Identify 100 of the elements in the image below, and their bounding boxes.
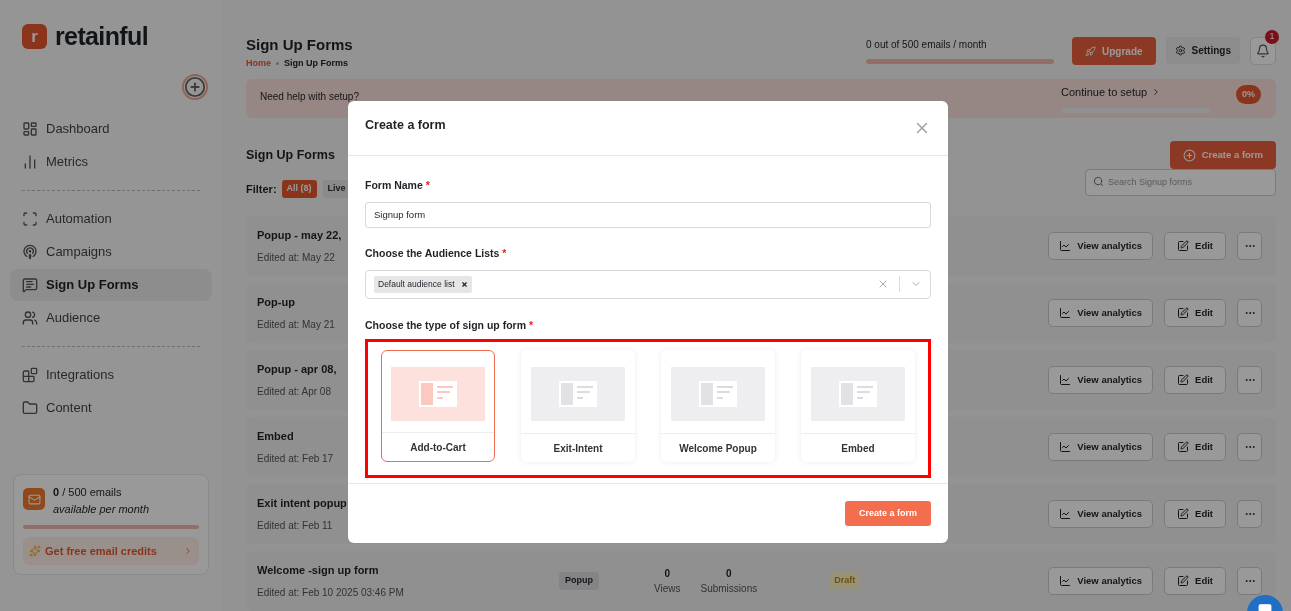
plus-circle-icon: [1182, 148, 1196, 162]
edit-button[interactable]: Edit: [1164, 567, 1226, 595]
edit-icon: [1177, 575, 1190, 587]
view-analytics-button[interactable]: View analytics: [1048, 232, 1154, 260]
status-tag: Draft: [829, 572, 861, 590]
edited-date: Edited at: Feb 10 2025 03:46 PM: [257, 585, 404, 600]
credits-count: 0 / 500 emails: [53, 485, 123, 500]
form-name[interactable]: Embed: [257, 428, 294, 445]
form-type-card[interactable]: Add-to-Cart: [381, 350, 496, 463]
line-chart-icon: [1059, 575, 1072, 587]
more-button[interactable]: [1237, 232, 1262, 260]
edit-icon: [1177, 508, 1190, 520]
form-name[interactable]: Popup - may 22,: [257, 227, 342, 244]
dashboard-icon: [22, 120, 38, 137]
edit-icon: [1177, 374, 1190, 386]
line-chart-icon: [1059, 508, 1072, 520]
search-field[interactable]: Search Signup forms: [1085, 168, 1276, 196]
form-name[interactable]: Popup - apr 08,: [257, 361, 337, 378]
line-chart-icon: [1059, 240, 1072, 252]
view-analytics-button[interactable]: View analytics: [1048, 299, 1154, 327]
nav-item[interactable]: Sign Up Forms: [10, 268, 212, 301]
logo-mark: r: [22, 24, 47, 50]
progress-badge: 0%: [1236, 84, 1261, 105]
edit-button[interactable]: Edit: [1164, 500, 1226, 528]
banner-text: Need help with setup?: [260, 90, 359, 104]
more-button[interactable]: [1237, 500, 1262, 528]
remove-icon[interactable]: [460, 280, 468, 288]
filter-chip[interactable]: All (8): [281, 180, 317, 198]
logo-text: retainful: [55, 21, 148, 52]
usage-text: 0 out of 500 emails / month: [866, 38, 988, 52]
nav-item[interactable]: Audience: [10, 301, 212, 334]
form-type-card[interactable]: Exit-Intent: [521, 350, 635, 463]
scan-icon: [22, 210, 38, 227]
edit-icon: [1177, 307, 1190, 319]
settings-icon: [1174, 45, 1186, 56]
form-name[interactable]: Exit intent popup: [257, 495, 347, 512]
folder-icon: [22, 399, 38, 416]
continue-link[interactable]: Continue to setup: [1061, 83, 1211, 101]
edit-button[interactable]: Edit: [1164, 366, 1226, 394]
submissions-count: 0: [726, 567, 732, 581]
view-analytics-button[interactable]: View analytics: [1048, 433, 1154, 461]
message-icon: [22, 276, 38, 293]
edited-date: Edited at: May 22: [257, 250, 335, 265]
form-name-field[interactable]: Signup form: [365, 201, 931, 228]
bell-icon: [1256, 44, 1270, 58]
nav-item[interactable]: Dashboard: [10, 112, 212, 145]
edit-button[interactable]: Edit: [1164, 232, 1226, 260]
settings-button[interactable]: Settings: [1165, 37, 1240, 64]
add-icon[interactable]: [182, 73, 208, 100]
edit-button[interactable]: Edit: [1164, 299, 1226, 327]
form-name[interactable]: Welcome -sign up form: [257, 562, 379, 579]
credits-note: available per month: [53, 501, 149, 517]
more-button[interactable]: [1237, 299, 1262, 327]
edited-date: Edited at: Feb 11: [257, 518, 333, 533]
more-button[interactable]: [1237, 366, 1262, 394]
broadcast-icon: [22, 243, 38, 260]
views-count: 0: [664, 567, 671, 581]
type-tag: Popup: [559, 572, 599, 590]
form-type-label: Welcome Popup: [679, 441, 757, 456]
edited-date: Edited at: Apr 08: [257, 384, 331, 399]
line-chart-icon: [1059, 441, 1072, 453]
dialog-title: Create a form: [365, 116, 446, 134]
page-title: Sign Up Forms: [246, 35, 353, 55]
view-analytics-button[interactable]: View analytics: [1048, 500, 1154, 528]
audience-select[interactable]: Default audience list: [365, 269, 931, 299]
mail-icon: [23, 488, 45, 510]
sparkle-icon: [29, 545, 41, 557]
audience-lists-label: Choose the Audience Lists *: [365, 245, 508, 261]
notifications-button[interactable]: [1250, 37, 1276, 65]
nav-item[interactable]: Metrics: [10, 145, 212, 178]
create-form-submit-button[interactable]: Create a form: [844, 501, 931, 526]
line-chart-icon: [1059, 307, 1072, 319]
filter-label: Filter:: [246, 181, 277, 197]
bar-chart-icon: [22, 153, 38, 170]
edited-date: Edited at: May 21: [257, 317, 335, 332]
form-type-card[interactable]: Welcome Popup: [661, 350, 775, 463]
line-chart-icon: [1059, 374, 1072, 386]
views-label: Views: [654, 582, 681, 596]
rocket-icon: [1085, 45, 1096, 57]
form-type-label: Add-to-Cart: [410, 440, 466, 455]
submissions-label: Submissions: [700, 582, 758, 596]
breadcrumb-link[interactable]: Sign Up Forms: [284, 56, 349, 70]
edit-button[interactable]: Edit: [1164, 433, 1226, 461]
form-name[interactable]: Pop-up: [257, 294, 295, 311]
blocks-icon: [22, 366, 38, 383]
search-icon: [1093, 176, 1104, 188]
form-type-label: Choose the type of sign up form *: [365, 317, 535, 333]
form-type-card[interactable]: Embed: [801, 350, 915, 463]
view-analytics-button[interactable]: View analytics: [1048, 567, 1154, 595]
nav-item[interactable]: Content: [10, 391, 212, 424]
edited-date: Edited at: Feb 17: [257, 451, 334, 466]
view-analytics-button[interactable]: View analytics: [1048, 366, 1154, 394]
users-icon: [22, 309, 38, 326]
notification-badge: 1: [1265, 30, 1279, 44]
nav-item[interactable]: Campaigns: [10, 235, 212, 268]
filter-chip[interactable]: Live: [322, 180, 351, 198]
clear-icon[interactable]: [877, 278, 889, 290]
more-button[interactable]: [1237, 433, 1262, 461]
nav-item[interactable]: Integrations: [10, 358, 212, 391]
nav-item[interactable]: Automation: [10, 202, 212, 235]
